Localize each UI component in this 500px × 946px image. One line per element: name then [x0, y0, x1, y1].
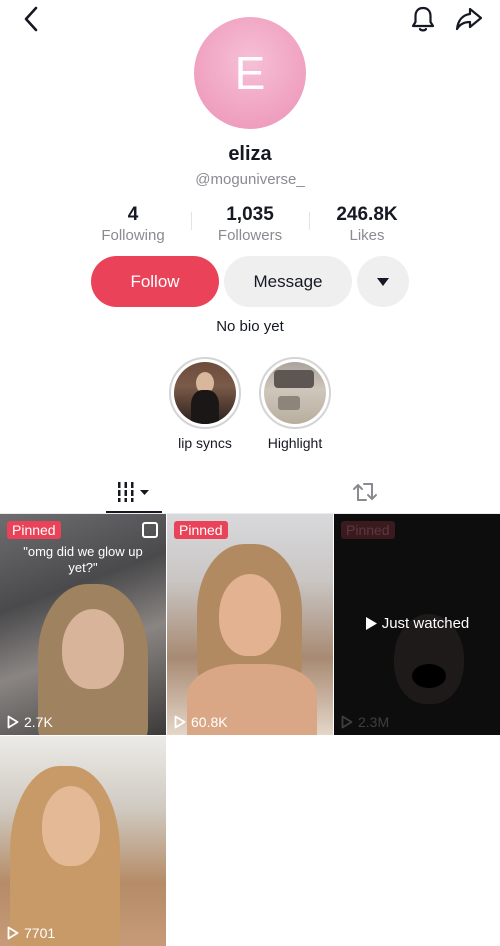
- follow-button[interactable]: Follow: [91, 256, 219, 307]
- highlight-lip-syncs[interactable]: lip syncs: [160, 357, 250, 451]
- likes-count: 246.8K: [336, 204, 398, 225]
- highlight-ring: [169, 357, 241, 429]
- repost-icon: [353, 483, 377, 501]
- active-tab-indicator: [106, 511, 162, 513]
- stat-divider: [309, 212, 310, 230]
- video-caption: "omg did we glow up yet?": [23, 544, 143, 575]
- avatar-letter: E: [234, 47, 266, 99]
- back-button[interactable]: [14, 4, 48, 34]
- likes-label: Likes: [349, 227, 385, 244]
- followers-label: Followers: [217, 227, 283, 244]
- share-button[interactable]: [452, 3, 486, 35]
- highlight-label: lip syncs: [178, 435, 232, 451]
- caret-down-icon: [377, 277, 389, 286]
- video-thumbnail[interactable]: Pinned "omg did we glow up yet?" 2.7K: [0, 514, 166, 735]
- play-outline-icon: [7, 715, 19, 729]
- stat-divider: [191, 212, 192, 230]
- pinned-badge: Pinned: [341, 521, 395, 539]
- video-thumbnail[interactable]: 7701: [0, 736, 166, 946]
- profile-stats: 4 Following 1,035 Followers 246.8K Likes: [0, 204, 500, 246]
- content-tabs: [0, 470, 500, 514]
- pinned-badge: Pinned: [174, 521, 228, 539]
- play-outline-icon: [174, 715, 186, 729]
- view-count: 2.7K: [7, 714, 53, 730]
- stat-following[interactable]: 4 Following: [88, 204, 178, 245]
- stat-likes[interactable]: 246.8K Likes: [322, 204, 412, 245]
- highlight-highlight[interactable]: Highlight: [250, 357, 340, 451]
- video-thumbnail[interactable]: Pinned 60.8K: [167, 514, 333, 735]
- view-count: 7701: [7, 925, 55, 941]
- avatar[interactable]: E: [194, 17, 306, 129]
- play-outline-icon: [7, 926, 19, 940]
- bell-icon: [411, 6, 435, 32]
- pinned-badge: Pinned: [7, 521, 61, 539]
- message-button[interactable]: Message: [224, 256, 352, 307]
- share-arrow-icon: [455, 7, 483, 31]
- highlight-thumbnail: [264, 362, 326, 424]
- grid-icon: [118, 482, 149, 502]
- suggested-accounts-button[interactable]: [357, 256, 409, 307]
- tab-videos[interactable]: [104, 470, 164, 514]
- play-outline-icon: [341, 715, 353, 729]
- view-count-value: 2.3M: [358, 714, 390, 730]
- highlight-label: Highlight: [267, 435, 323, 451]
- play-icon: [365, 617, 377, 630]
- view-count: 2.3M: [341, 714, 389, 730]
- video-thumbnail[interactable]: Pinned Just watched 2.3M: [334, 514, 500, 735]
- view-count-value: 60.8K: [191, 714, 228, 730]
- view-count: 60.8K: [174, 714, 228, 730]
- following-count: 4: [127, 204, 139, 225]
- view-count-value: 7701: [24, 925, 56, 941]
- highlight-ring: [259, 357, 331, 429]
- username: eliza: [228, 143, 272, 165]
- just-watched-label: Just watched: [381, 615, 470, 632]
- following-label: Following: [101, 227, 165, 244]
- highlight-thumbnail: [174, 362, 236, 424]
- multi-clip-icon: [142, 522, 158, 538]
- just-watched-overlay: Just watched: [334, 615, 500, 632]
- tab-reposts[interactable]: [335, 470, 395, 514]
- bio-text: No bio yet: [216, 318, 284, 335]
- followers-count: 1,035: [226, 204, 274, 225]
- user-handle: @moguniverse_: [195, 171, 305, 188]
- stat-followers[interactable]: 1,035 Followers: [205, 204, 295, 245]
- view-count-value: 2.7K: [24, 714, 53, 730]
- notifications-button[interactable]: [406, 3, 440, 35]
- back-arrow-icon: [24, 6, 38, 32]
